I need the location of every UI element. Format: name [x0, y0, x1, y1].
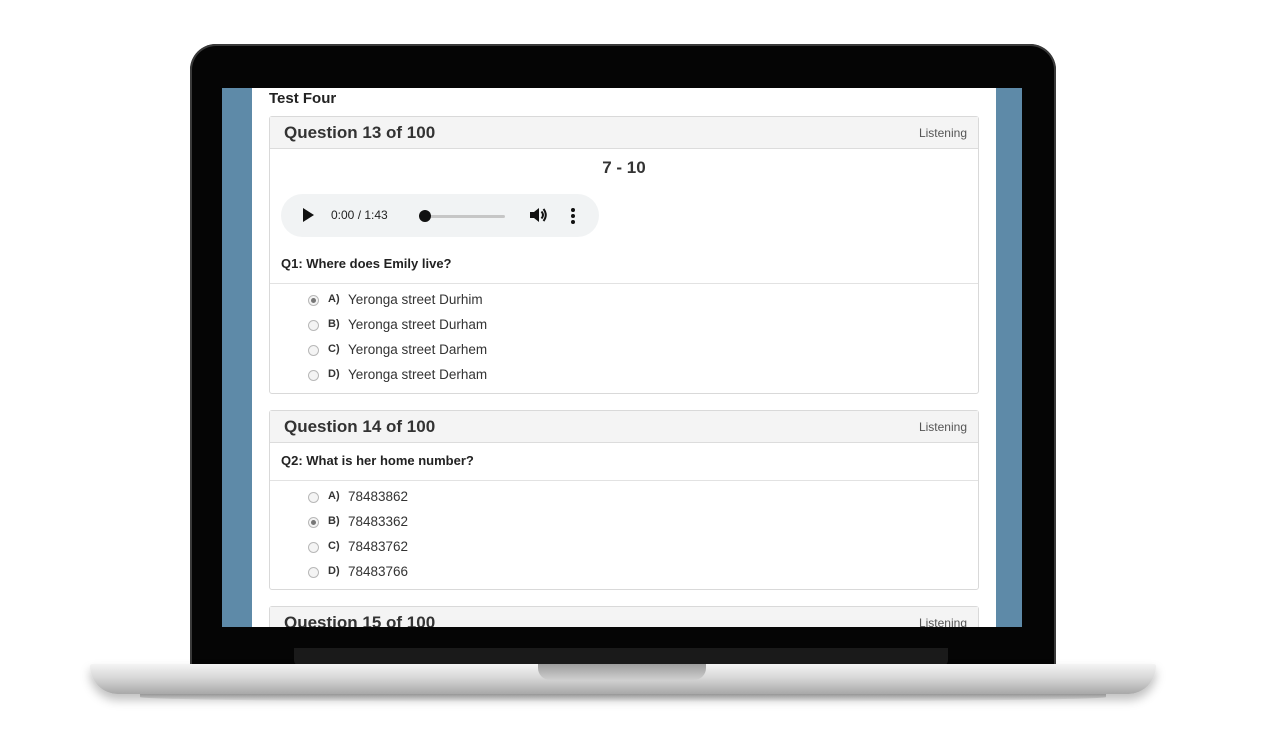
question-panel: Question 15 of 100 Listening — [269, 606, 979, 627]
option-text[interactable]: Yeronga street Derham — [348, 362, 487, 387]
audio-time: 0:00 / 1:43 — [331, 208, 388, 222]
audio-progress-track[interactable] — [425, 215, 505, 218]
radio-button[interactable] — [308, 295, 319, 306]
section-tag: Listening — [918, 126, 967, 140]
radio-button[interactable] — [308, 542, 319, 553]
radio-button[interactable] — [308, 320, 319, 331]
audio-player[interactable]: 0:00 / 1:43 — [281, 194, 599, 237]
section-tag: Listening — [918, 616, 967, 627]
play-icon[interactable] — [303, 208, 314, 222]
question-range: 7 - 10 — [602, 158, 646, 177]
answer-option[interactable]: C) 78483762 — [270, 534, 978, 559]
option-text[interactable]: 78483862 — [348, 484, 408, 509]
option-text[interactable]: Yeronga street Durhim — [348, 287, 483, 312]
answer-option[interactable]: D) Yeronga street Derham — [270, 362, 978, 387]
question-panel: Question 13 of 100 Listening 7 - 10 0:00… — [269, 116, 979, 394]
audio-progress-handle[interactable] — [419, 210, 431, 222]
option-letter: A) — [328, 293, 340, 305]
more-vertical-icon[interactable] — [570, 207, 576, 225]
question-panel: Question 14 of 100 Listening Q2: What is… — [269, 410, 979, 590]
answer-option[interactable]: D) 78483766 — [270, 559, 978, 584]
question-header: Question 14 of 100 Listening — [270, 411, 978, 443]
radio-button[interactable] — [308, 517, 319, 528]
option-letter: C) — [328, 540, 340, 552]
option-letter: B) — [328, 515, 340, 527]
radio-button[interactable] — [308, 345, 319, 356]
option-letter: B) — [328, 318, 340, 330]
option-letter: D) — [328, 368, 340, 380]
volume-icon[interactable] — [527, 204, 549, 226]
question-title: Question 15 of 100 — [284, 613, 436, 627]
question-title: Question 14 of 100 — [284, 417, 436, 436]
answer-option[interactable]: A) Yeronga street Durhim — [270, 287, 978, 312]
option-letter: A) — [328, 490, 340, 502]
option-letter: C) — [328, 343, 340, 355]
option-text[interactable]: Yeronga street Durham — [348, 312, 487, 337]
option-text[interactable]: 78483762 — [348, 534, 408, 559]
answer-option[interactable]: B) Yeronga street Durham — [270, 312, 978, 337]
option-text[interactable]: 78483766 — [348, 559, 408, 584]
page-title: Test Four — [269, 90, 337, 107]
question-title: Question 13 of 100 — [284, 123, 436, 142]
answer-option[interactable]: B) 78483362 — [270, 509, 978, 534]
question-header: Question 13 of 100 Listening — [270, 117, 978, 149]
laptop-screen: Test Four Question 13 of 100 Listening 7… — [222, 88, 1022, 627]
radio-button[interactable] — [308, 370, 319, 381]
question-prompt: Q1: Where does Emily live? — [281, 256, 452, 271]
laptop-notch — [538, 664, 706, 680]
question-prompt: Q2: What is her home number? — [281, 453, 474, 468]
answer-option[interactable]: C) Yeronga street Darhem — [270, 337, 978, 362]
option-text[interactable]: 78483362 — [348, 509, 408, 534]
divider — [270, 283, 978, 284]
quiz-page[interactable]: Test Four Question 13 of 100 Listening 7… — [252, 88, 996, 627]
option-letter: D) — [328, 565, 340, 577]
option-text[interactable]: Yeronga street Darhem — [348, 337, 487, 362]
answer-option[interactable]: A) 78483862 — [270, 484, 978, 509]
question-header: Question 15 of 100 Listening — [270, 607, 978, 627]
radio-button[interactable] — [308, 567, 319, 578]
divider — [270, 480, 978, 481]
section-tag: Listening — [918, 420, 967, 434]
radio-button[interactable] — [308, 492, 319, 503]
